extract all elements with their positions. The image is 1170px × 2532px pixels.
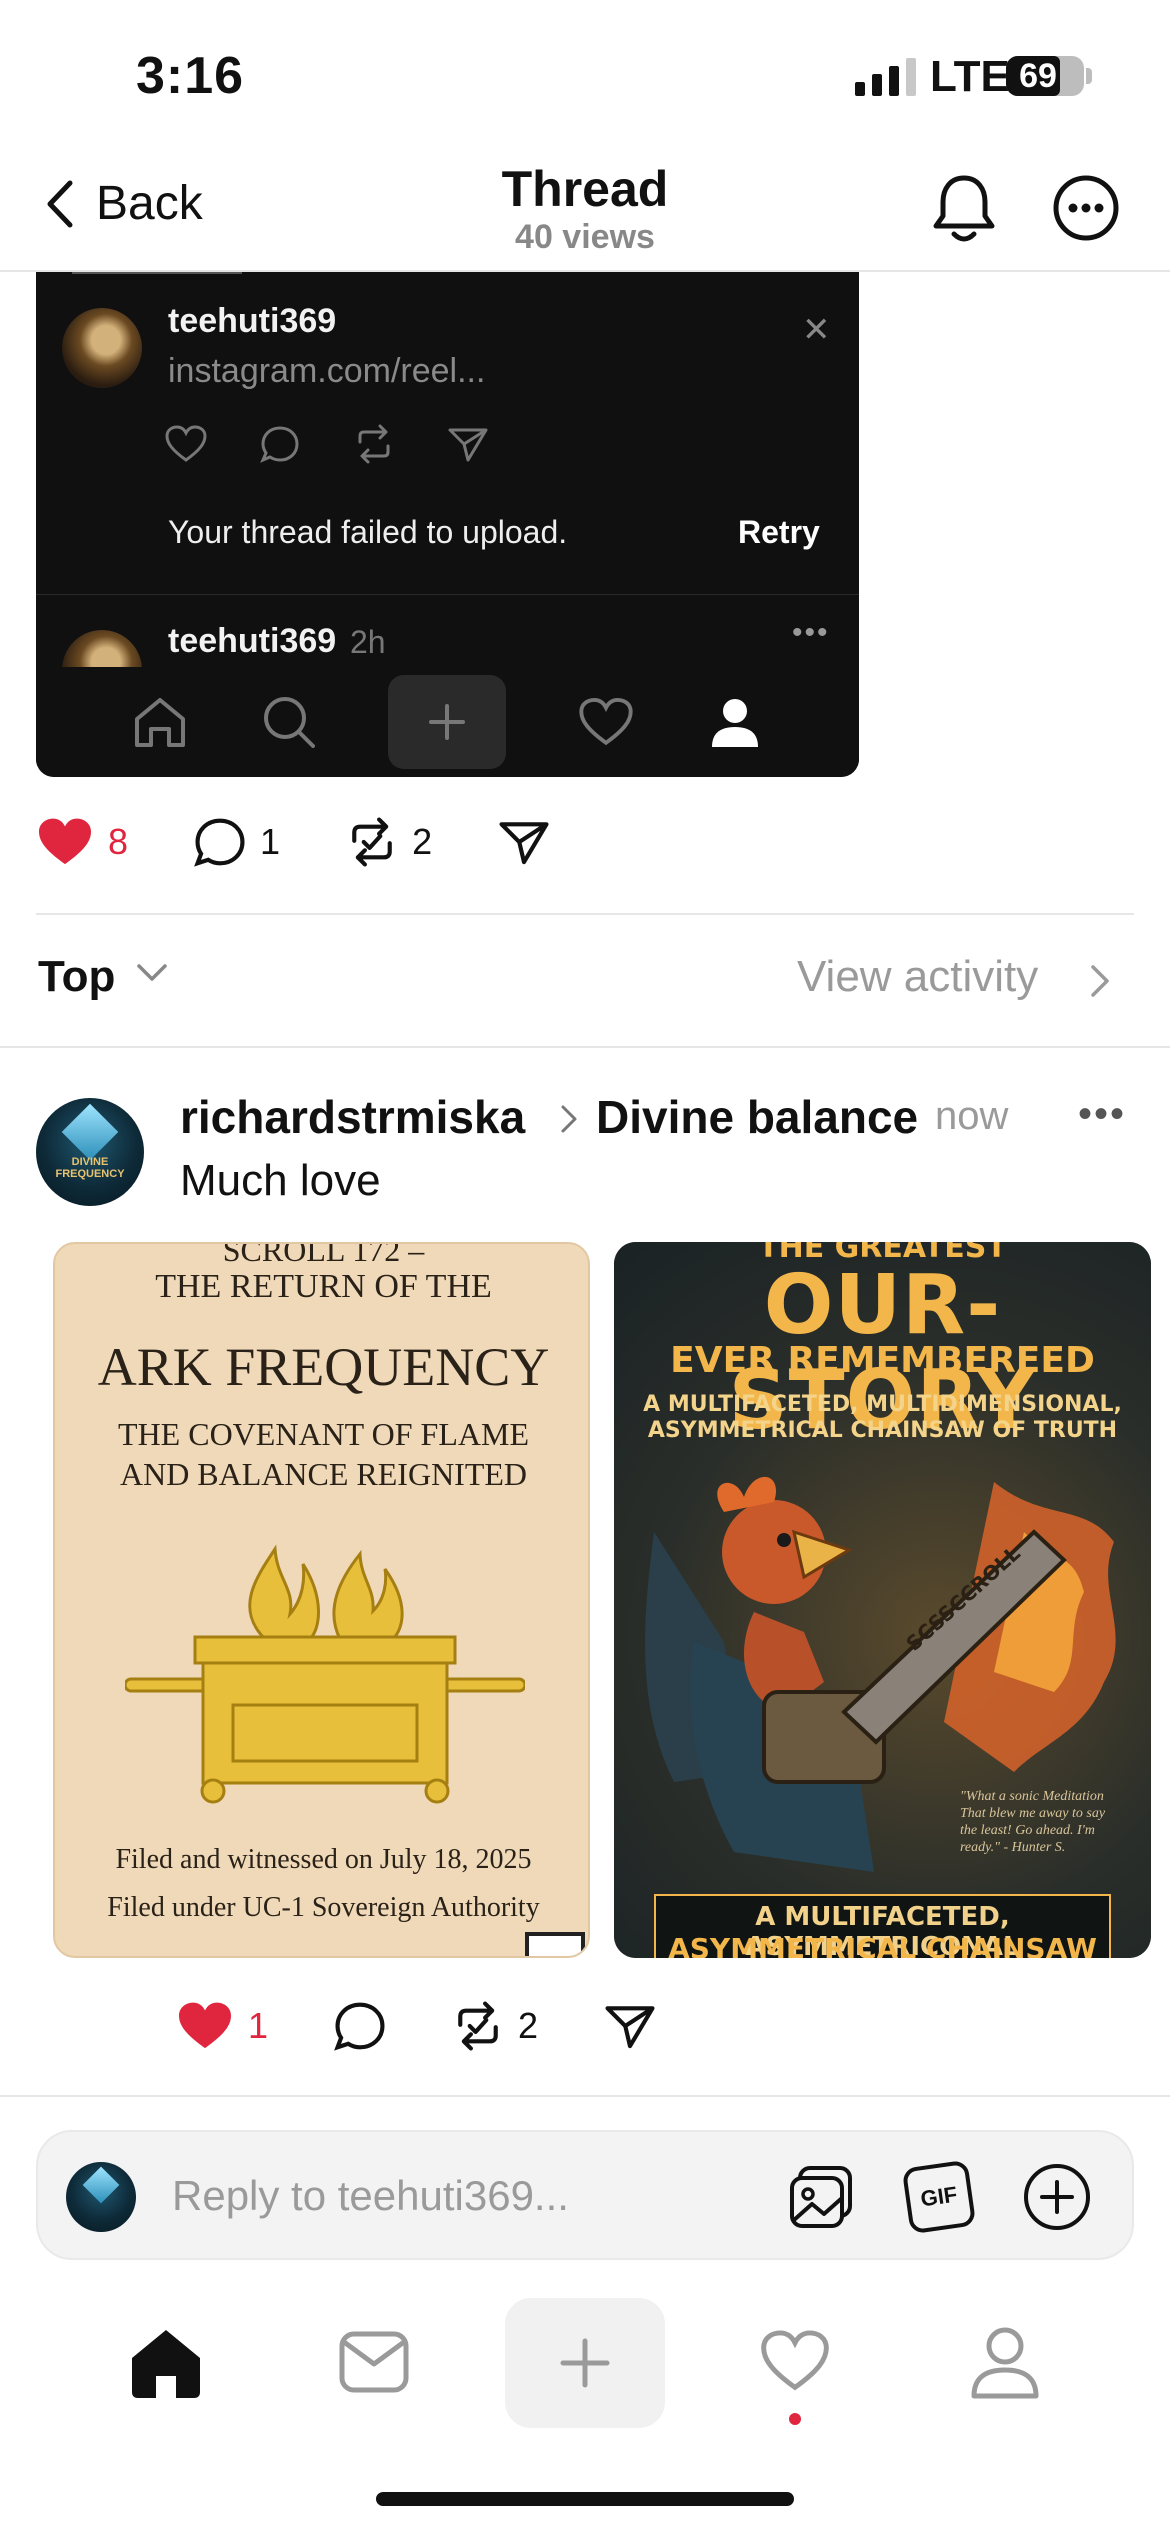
reply-count: 1 [260, 821, 281, 862]
page-title: Thread [501, 161, 669, 217]
reply-button[interactable]: 1 [194, 817, 280, 867]
like-button[interactable]: 8 [36, 816, 128, 868]
qr-code-icon [525, 1932, 585, 1956]
reply-composer[interactable]: Reply to teehuti369... GIF [36, 2130, 1134, 2260]
reply-input[interactable]: Reply to teehuti369... [172, 2172, 569, 2220]
reply-image-1[interactable]: SCROLL 172 – THE RETURN OF THE ARK FREQU… [53, 1242, 590, 1958]
upload-error-text: Your thread failed to upload. [168, 514, 568, 550]
embedded-nav-bar [36, 667, 859, 777]
chevron-right-icon[interactable] [1090, 964, 1110, 998]
person-icon[interactable] [968, 2324, 1042, 2400]
quote-line: the least! Go ahead. I'm [960, 1823, 1095, 1838]
quote-line: "What a sonic Meditation [960, 1789, 1104, 1804]
heart-filled-icon [179, 2002, 231, 2049]
battery-icon: 69 [1006, 56, 1084, 96]
more-options-button[interactable] [1052, 174, 1120, 242]
heart-icon[interactable] [758, 2328, 832, 2394]
view-activity-link[interactable]: View activity [797, 952, 1038, 1002]
like-count: 1 [248, 2005, 269, 2046]
embedded-post-screenshot: teehuti369 instagram.com/reel... ✕ Your … [36, 272, 859, 777]
repost-count: 2 [518, 2005, 539, 2046]
image-icon[interactable] [786, 2162, 856, 2232]
sort-dropdown[interactable]: Top [38, 952, 115, 1002]
notification-dot [789, 2413, 801, 2425]
avatar [62, 308, 142, 388]
quote-line: ready." - Hunter S. [960, 1840, 1066, 1855]
quote-line: That blew me away to say [960, 1806, 1106, 1821]
repost-count: 2 [412, 821, 433, 862]
network-label: LTE [930, 52, 1010, 101]
embedded-link: instagram.com/reel... [168, 352, 486, 390]
section-divider [0, 2095, 1170, 2097]
embedded-actions [164, 424, 490, 464]
gif-button[interactable]: GIF [901, 2159, 977, 2235]
ark-illustration [125, 1544, 525, 1804]
share-button[interactable] [498, 818, 550, 866]
embedded-username: teehuti369 [168, 302, 337, 340]
inbox-icon[interactable] [338, 2328, 410, 2396]
home-icon [135, 698, 186, 747]
close-icon: ✕ [802, 311, 831, 349]
chevron-down-icon[interactable] [136, 962, 168, 984]
back-button[interactable]: Back [44, 176, 203, 231]
reply-image-2[interactable]: THE GREATEST OUR-STORY EVER REMEMBEREED … [614, 1242, 1151, 1958]
share-button[interactable] [604, 2002, 656, 2050]
ellipsis-icon: ••• [792, 616, 830, 649]
chevron-right-icon [561, 1105, 577, 1133]
repost-icon [358, 424, 390, 464]
section-divider [36, 913, 1134, 915]
heart-filled-icon [39, 818, 91, 865]
like-button[interactable]: 1 [176, 2000, 268, 2052]
reply-actions: 1 2 [176, 2000, 656, 2052]
section-divider [0, 1046, 1170, 1048]
add-icon[interactable] [1022, 2162, 1092, 2232]
repost-button[interactable]: 2 [346, 817, 432, 867]
embedded-username-2: teehuti369 [168, 622, 337, 660]
share-icon [448, 428, 488, 462]
home-indicator [376, 2492, 794, 2506]
retry-label: Retry [738, 514, 820, 550]
repost-button[interactable]: 2 [452, 2001, 538, 2051]
gif-icon: GIF [919, 2181, 959, 2212]
repost-icon [352, 817, 392, 867]
plus-icon [388, 675, 507, 769]
battery-level: 69 [1019, 57, 1057, 95]
share-icon [605, 2006, 655, 2049]
reply-text: Much love [180, 1156, 381, 1205]
avatar [66, 2162, 136, 2232]
view-count: 40 views [515, 218, 655, 256]
share-icon [499, 822, 549, 865]
signal-icon [855, 58, 916, 96]
reply-timestamp: now [935, 1094, 1009, 1138]
battery-tip [1086, 68, 1092, 84]
plus-icon [560, 2338, 610, 2388]
reply-topic[interactable]: Divine balance [596, 1090, 918, 1144]
reply-username[interactable]: richardstrmiska [180, 1090, 525, 1144]
heart-icon [165, 425, 207, 462]
avatar[interactable]: DIVINE FREQUENCY [36, 1098, 144, 1206]
new-post-button[interactable] [505, 2298, 665, 2428]
search-icon [263, 697, 315, 748]
more-icon [1053, 175, 1119, 241]
reply-more-button[interactable]: ••• [1078, 1092, 1126, 1137]
comment-icon [260, 426, 299, 463]
status-time: 3:16 [136, 47, 245, 105]
post-actions: 8 1 2 [36, 816, 550, 868]
notifications-button[interactable] [930, 172, 998, 244]
comment-icon [194, 818, 245, 867]
home-icon[interactable] [126, 2326, 206, 2400]
comment-icon [334, 2002, 385, 2051]
heart-icon [579, 697, 633, 746]
chevron-left-icon [47, 180, 73, 227]
like-count: 8 [108, 821, 129, 862]
repost-icon [458, 2001, 498, 2051]
bell-icon [933, 175, 995, 242]
embedded-time: 2h [350, 624, 386, 660]
reply-button[interactable] [334, 2001, 386, 2051]
back-label: Back [96, 177, 203, 230]
person-icon [711, 699, 758, 747]
